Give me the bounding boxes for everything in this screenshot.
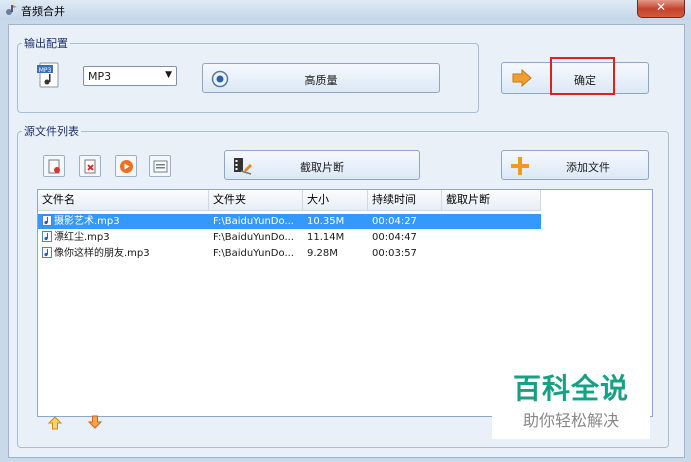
audio-file-icon xyxy=(42,247,52,258)
audio-file-icon xyxy=(42,215,52,226)
column-header-size[interactable]: 大小 xyxy=(303,190,368,210)
chevron-down-icon: ▼ xyxy=(165,70,172,80)
clip-segment-label: 截取片断 xyxy=(300,161,344,174)
info-panel-icon xyxy=(153,160,168,173)
quality-button[interactable]: 高质量 xyxy=(202,63,440,93)
new-file-icon xyxy=(48,159,60,174)
close-button[interactable]: ✕ xyxy=(637,0,685,18)
file-list-header: 文件名 文件夹 大小 持续时间 截取片断 xyxy=(38,190,541,211)
format-select[interactable]: MP3 ▼ xyxy=(83,66,177,86)
column-header-duration[interactable]: 持续时间 xyxy=(368,190,442,210)
new-list-button[interactable] xyxy=(43,155,65,177)
table-row[interactable]: 摄影艺术.mp3 F:\BaiduYunDo... 10.35M 00:04:2… xyxy=(38,214,541,229)
app-window: 音频合并 ✕ 输出配置 MP3 MP3 ▼ 高质量 确定 源文件列表 截取片断 … xyxy=(0,0,691,462)
move-up-icon[interactable] xyxy=(47,415,63,431)
plus-icon xyxy=(511,157,529,175)
close-icon: ✕ xyxy=(655,0,667,14)
source-list-legend: 源文件列表 xyxy=(24,125,79,138)
size-cell: 11.14M xyxy=(307,232,345,243)
play-icon xyxy=(120,160,133,173)
audio-file-icon xyxy=(42,231,52,242)
mp3-file-icon: MP3 xyxy=(37,62,59,88)
delete-file-icon xyxy=(84,159,96,174)
clip-segment-button[interactable]: 截取片断 xyxy=(224,150,420,180)
svg-text:MP3: MP3 xyxy=(39,67,52,74)
file-name: 漂红尘.mp3 xyxy=(54,232,110,243)
move-down-icon[interactable] xyxy=(87,414,103,430)
add-file-label: 添加文件 xyxy=(566,161,610,174)
duration-cell: 00:04:47 xyxy=(372,232,417,243)
watermark-subtitle: 助你轻松解决 xyxy=(522,411,619,430)
output-config-legend: 输出配置 xyxy=(24,37,68,50)
highlight-box xyxy=(550,57,615,95)
watermark: 百科全说 助你轻松解决 xyxy=(492,353,650,439)
title-bar[interactable]: 音频合并 ✕ xyxy=(0,0,691,20)
duration-cell: 00:03:57 xyxy=(372,248,417,259)
size-cell: 10.35M xyxy=(307,216,345,227)
column-header-clip[interactable]: 截取片断 xyxy=(442,190,541,210)
clip-cell xyxy=(442,214,541,229)
table-row[interactable]: 像你这样的朋友.mp3 F:\BaiduYunDo... 9.28M 00:03… xyxy=(38,246,541,261)
file-info-button[interactable] xyxy=(149,155,171,177)
file-name-cell: 漂红尘.mp3 xyxy=(38,230,209,245)
watermark-title: 百科全说 xyxy=(512,372,629,405)
table-row[interactable]: 漂红尘.mp3 F:\BaiduYunDo... 11.14M 00:04:47 xyxy=(38,230,541,245)
add-file-button[interactable]: 添加文件 xyxy=(501,150,649,180)
window-title: 音频合并 xyxy=(21,5,65,18)
file-name: 像你这样的朋友.mp3 xyxy=(54,248,150,259)
file-name-cell: 像你这样的朋友.mp3 xyxy=(38,246,209,261)
file-name: 摄影艺术.mp3 xyxy=(54,216,120,227)
play-button[interactable] xyxy=(115,155,137,177)
column-header-filename[interactable]: 文件名 xyxy=(38,190,209,210)
folder-cell: F:\BaiduYunDo... xyxy=(213,232,294,243)
clip-cell xyxy=(442,230,541,245)
remove-file-button[interactable] xyxy=(79,155,101,177)
format-select-value: MP3 xyxy=(88,70,112,83)
audio-app-icon xyxy=(6,5,17,15)
duration-cell: 00:04:27 xyxy=(372,216,417,227)
quality-label: 高质量 xyxy=(304,74,338,87)
file-name-cell: 摄影艺术.mp3 xyxy=(38,214,209,229)
clip-cell xyxy=(442,246,541,261)
folder-cell: F:\BaiduYunDo... xyxy=(213,216,294,227)
folder-cell: F:\BaiduYunDo... xyxy=(213,248,294,259)
column-header-folder[interactable]: 文件夹 xyxy=(209,190,303,210)
size-cell: 9.28M xyxy=(307,248,338,259)
